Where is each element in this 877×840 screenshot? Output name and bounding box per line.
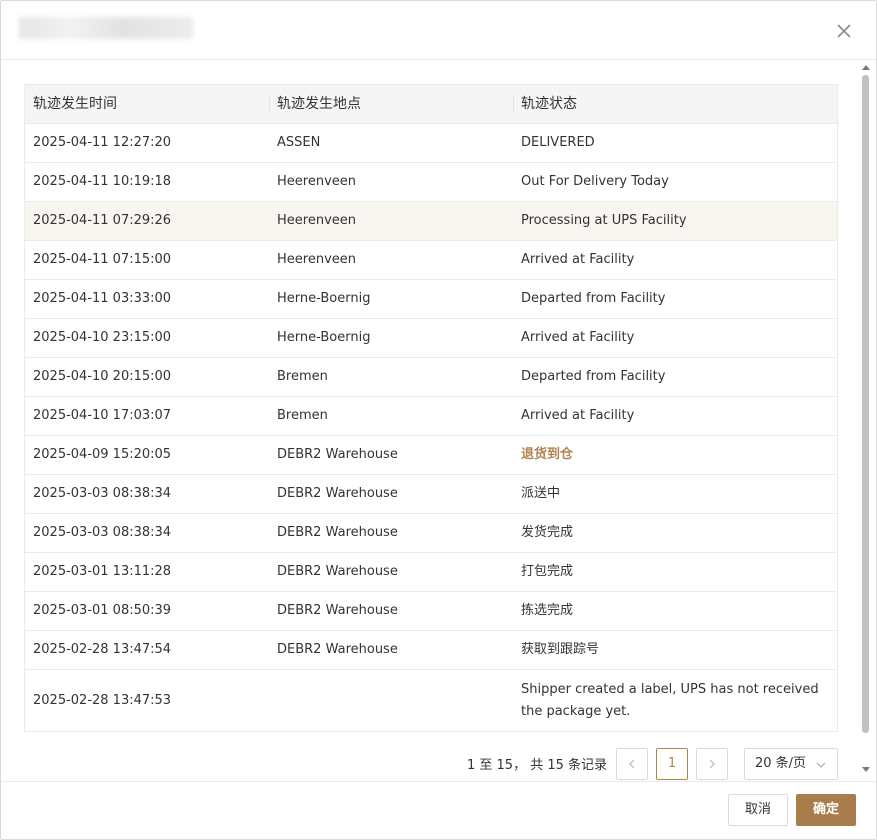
cell-time: 2025-04-11 03:33:00: [33, 291, 172, 306]
table-row[interactable]: 2025-04-10 23:15:00 Herne-Boernig Arrive…: [25, 319, 837, 358]
cell-location: DEBR2 Warehouse: [277, 603, 398, 618]
table-row[interactable]: 2025-04-11 03:33:00 Herne-Boernig Depart…: [25, 280, 837, 319]
cell-status: Arrived at Facility: [521, 408, 635, 423]
page-size-select[interactable]: 20 条/页: [744, 748, 838, 780]
table-row[interactable]: 2025-02-28 13:47:53 Shipper created a la…: [25, 670, 837, 731]
cell-status: Out For Delivery Today: [521, 174, 669, 189]
tracking-modal: 轨迹发生时间 轨迹发生地点 轨迹状态 2025-04-11 12:27:20 A…: [0, 0, 877, 840]
cell-status: 派送中: [521, 486, 561, 501]
header-time: 轨迹发生时间: [33, 96, 117, 112]
cell-status: Arrived at Facility: [521, 252, 635, 267]
scrollbar-thumb[interactable]: [862, 75, 869, 733]
cell-location: Herne-Boernig: [277, 330, 371, 345]
table-row-hovered[interactable]: 2025-04-11 07:29:26 Heerenveen Processin…: [25, 202, 837, 241]
cell-location: ASSEN: [277, 135, 321, 150]
cell-location: DEBR2 Warehouse: [277, 447, 398, 462]
cell-time: 2025-04-09 15:20:05: [33, 447, 172, 462]
table-row[interactable]: 2025-04-10 17:03:07 Bremen Arrived at Fa…: [25, 397, 837, 436]
vertical-scrollbar[interactable]: [861, 63, 870, 775]
cell-location: DEBR2 Warehouse: [277, 564, 398, 579]
scroll-up-arrow-icon[interactable]: [862, 65, 870, 70]
cell-status: Departed from Facility: [521, 369, 666, 384]
header-status: 轨迹状态: [513, 85, 837, 123]
table-row[interactable]: 2025-03-01 08:50:39 DEBR2 Warehouse 拣选完成: [25, 592, 837, 631]
table-row[interactable]: 2025-04-11 10:19:18 Heerenveen Out For D…: [25, 163, 837, 202]
cell-status: 获取到跟踪号: [521, 642, 600, 657]
cell-location: Bremen: [277, 408, 328, 423]
table-header: 轨迹发生时间 轨迹发生地点 轨迹状态: [25, 85, 837, 124]
cell-location: DEBR2 Warehouse: [277, 525, 398, 540]
table-row[interactable]: 2025-04-11 12:27:20 ASSEN DELIVERED: [25, 124, 837, 163]
header-location: 轨迹发生地点: [269, 85, 513, 123]
cell-time: 2025-04-10 17:03:07: [33, 408, 172, 423]
modal-footer: 取消 确定: [1, 781, 876, 839]
next-page-button[interactable]: [696, 748, 728, 780]
cell-time: 2025-04-11 07:15:00: [33, 252, 172, 267]
cell-location: DEBR2 Warehouse: [277, 642, 398, 657]
scroll-down-arrow-icon[interactable]: [862, 767, 870, 772]
table-row[interactable]: 2025-03-03 08:38:34 DEBR2 Warehouse 派送中: [25, 475, 837, 514]
chevron-down-icon: [816, 762, 826, 768]
cell-location: Heerenveen: [277, 213, 356, 228]
chevron-left-icon: [629, 759, 635, 769]
cell-status: Arrived at Facility: [521, 330, 635, 345]
pagination-summary: 1 至 15， 共 15 条记录: [467, 758, 608, 773]
prev-page-button[interactable]: [616, 748, 648, 780]
cell-status: Departed from Facility: [521, 291, 666, 306]
table-row[interactable]: 2025-02-28 13:47:54 DEBR2 Warehouse 获取到跟…: [25, 631, 837, 670]
cell-location: Bremen: [277, 369, 328, 384]
cell-time: 2025-02-28 13:47:53: [33, 692, 172, 708]
table-row[interactable]: 2025-04-10 20:15:00 Bremen Departed from…: [25, 358, 837, 397]
cell-location: Herne-Boernig: [277, 291, 371, 306]
modal-header: [1, 1, 876, 60]
cell-location: Heerenveen: [277, 174, 356, 189]
cell-time: 2025-03-03 08:38:34: [33, 486, 172, 501]
cell-status-return: 退货到仓: [521, 447, 574, 462]
chevron-right-icon: [709, 759, 715, 769]
tracking-table: 轨迹发生时间 轨迹发生地点 轨迹状态 2025-04-11 12:27:20 A…: [24, 84, 838, 732]
table-row[interactable]: 2025-04-09 15:20:05 DEBR2 Warehouse 退货到仓: [25, 436, 837, 475]
cell-status: 打包完成: [521, 564, 574, 579]
cell-time: 2025-02-28 13:47:54: [33, 642, 172, 657]
cancel-button[interactable]: 取消: [728, 794, 788, 826]
cell-location: DEBR2 Warehouse: [277, 486, 398, 501]
cell-time: 2025-04-10 23:15:00: [33, 330, 172, 345]
cell-time: 2025-03-03 08:38:34: [33, 525, 172, 540]
cell-time: 2025-03-01 08:50:39: [33, 603, 172, 618]
modal-body: 轨迹发生时间 轨迹发生地点 轨迹状态 2025-04-11 12:27:20 A…: [1, 61, 876, 781]
cell-status: 发货完成: [521, 525, 574, 540]
page-button-current[interactable]: 1: [656, 748, 688, 780]
pagination: 1 至 15， 共 15 条记录 1 20 条/页: [1, 748, 876, 780]
cell-status: 拣选完成: [521, 603, 574, 618]
cell-status: Processing at UPS Facility: [521, 213, 687, 228]
table-row[interactable]: 2025-04-11 07:15:00 Heerenveen Arrived a…: [25, 241, 837, 280]
cell-time: 2025-04-11 10:19:18: [33, 174, 172, 189]
cell-time: 2025-04-11 07:29:26: [33, 213, 172, 228]
table-row[interactable]: 2025-03-01 13:11:28 DEBR2 Warehouse 打包完成: [25, 553, 837, 592]
cell-status: DELIVERED: [521, 135, 595, 150]
cell-status: Shipper created a label, UPS has not rec…: [521, 681, 819, 719]
modal-title-redacted: [19, 17, 193, 39]
table-row[interactable]: 2025-03-03 08:38:34 DEBR2 Warehouse 发货完成: [25, 514, 837, 553]
close-icon[interactable]: [833, 20, 855, 42]
cell-location: Heerenveen: [277, 252, 356, 267]
page-size-value: 20 条/页: [755, 756, 807, 771]
cell-time: 2025-03-01 13:11:28: [33, 564, 172, 579]
cell-time: 2025-04-10 20:15:00: [33, 369, 172, 384]
confirm-button[interactable]: 确定: [796, 794, 856, 826]
cell-time: 2025-04-11 12:27:20: [33, 135, 172, 150]
